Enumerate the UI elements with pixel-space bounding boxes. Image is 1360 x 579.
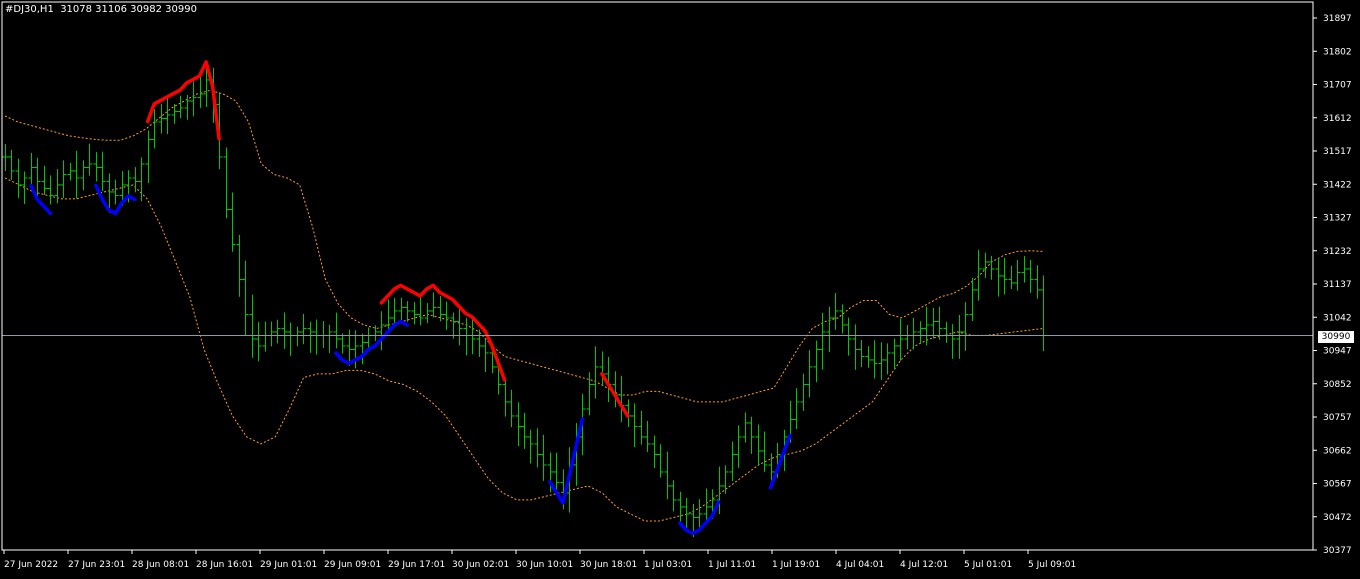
y-tick-label: 30567 [1323, 480, 1352, 490]
y-tick-label: 31137 [1323, 280, 1352, 290]
x-tick-label: 29 Jun 09:01 [324, 560, 381, 570]
x-tick-label: 1 Jul 11:01 [708, 560, 756, 570]
x-tick-label: 28 Jun 16:01 [196, 560, 253, 570]
chart-background [0, 0, 1360, 575]
y-tick-label: 30662 [1323, 446, 1352, 456]
price-chart[interactable]: 31897 31802 31707 31612 31517 31422 31327 31232… [0, 0, 1360, 575]
x-tick-label: 27 Jun 23:01 [68, 560, 125, 570]
y-tick-label: 31897 [1323, 14, 1352, 24]
x-tick-label: 30 Jun 02:01 [452, 560, 509, 570]
x-tick-label: 30 Jun 10:01 [516, 560, 573, 570]
ohlc-values: 31078 31106 30982 30990 [60, 4, 197, 15]
y-tick-label: 31232 [1323, 247, 1352, 257]
x-tick-label: 5 Jul 01:01 [964, 560, 1012, 570]
current-price-tag: 30990 [1318, 331, 1354, 343]
x-tick-label: 27 Jun 2022 [4, 560, 58, 570]
x-tick-label: 28 Jun 08:01 [132, 560, 189, 570]
y-tick-label: 30947 [1323, 347, 1352, 357]
y-tick-label: 31707 [1323, 81, 1352, 91]
x-tick-label: 4 Jul 12:01 [900, 560, 948, 570]
symbol-name: #DJ30,H1 [5, 4, 54, 15]
x-tick-label: 30 Jun 18:01 [580, 560, 637, 570]
x-tick-label: 29 Jun 17:01 [388, 560, 445, 570]
x-tick-label: 1 Jul 03:01 [644, 560, 692, 570]
x-tick-label: 4 Jul 04:01 [836, 560, 884, 570]
y-tick-label: 31517 [1323, 147, 1352, 157]
y-tick-label: 30472 [1323, 513, 1352, 523]
x-tick-label: 29 Jun 01:01 [260, 560, 317, 570]
chart-window[interactable]: 31897 31802 31707 31612 31517 31422 31327 31232… [0, 0, 1360, 575]
y-tick-label: 30377 [1323, 546, 1352, 556]
x-tick-label: 5 Jul 09:01 [1028, 560, 1076, 570]
y-tick-label: 30852 [1323, 380, 1352, 390]
y-tick-label: 31422 [1323, 180, 1352, 190]
symbol-info: #DJ30,H1 31078 31106 30982 30990 [5, 4, 197, 15]
y-tick-label: 31327 [1323, 214, 1352, 224]
y-tick-label: 30757 [1323, 413, 1352, 423]
y-tick-label: 31612 [1323, 114, 1352, 124]
y-tick-label: 31042 [1323, 313, 1352, 323]
y-tick-label: 31802 [1323, 47, 1352, 57]
x-tick-label: 1 Jul 19:01 [772, 560, 820, 570]
